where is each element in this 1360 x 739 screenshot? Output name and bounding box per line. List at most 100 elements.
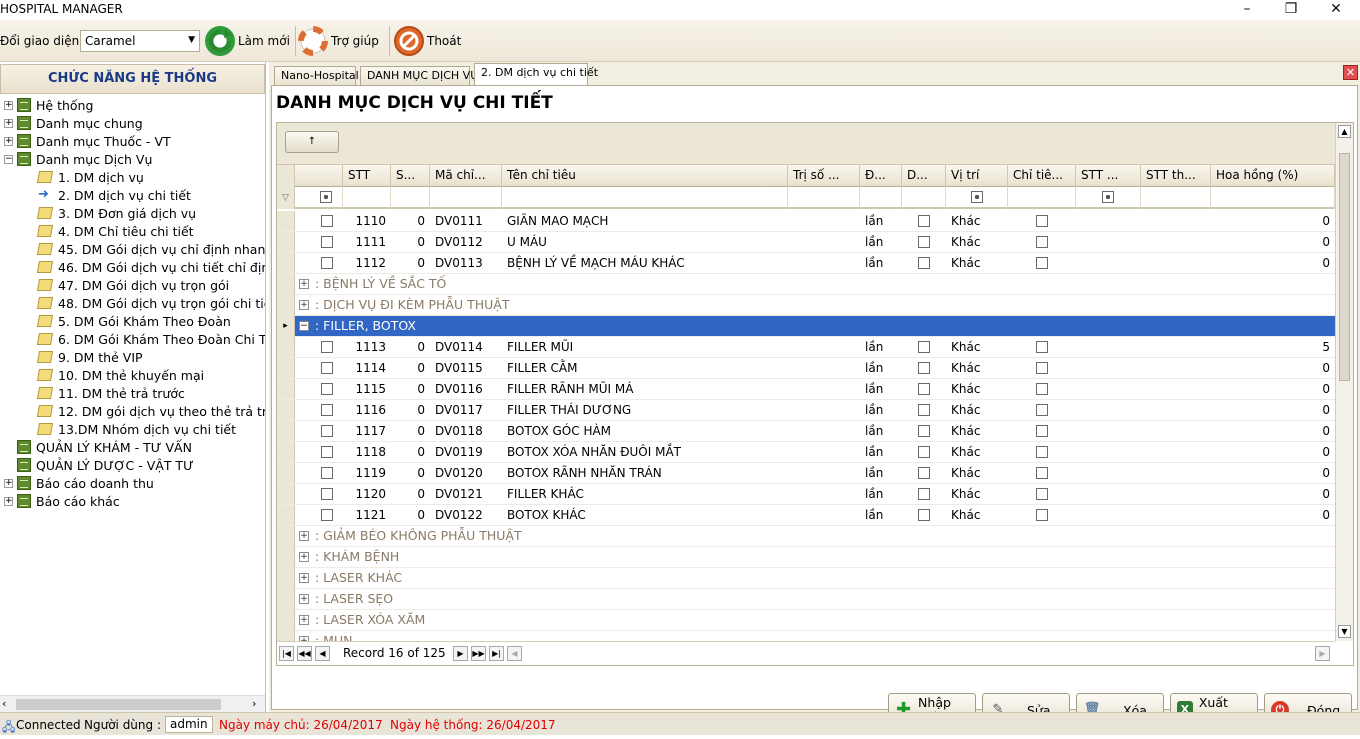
sidebar-item[interactable]: − Danh mục Dịch Vụ (4, 150, 152, 168)
table-row[interactable]: 1113 0 DV0114 FILLER MŨI lần Khác 5 (277, 337, 1335, 358)
collapse-icon[interactable]: − (4, 154, 13, 164)
row-checkbox[interactable] (918, 488, 930, 500)
table-row[interactable]: 1112 0 DV0113 BỆNH LÝ VỀ MẠCH MÁU KHÁC lần Kh… (277, 253, 1335, 274)
row-checkbox[interactable] (918, 404, 930, 416)
row-checkbox[interactable] (918, 215, 930, 227)
column-header-select[interactable] (295, 165, 343, 187)
table-row[interactable]: 1120 0 DV0121 FILLER KHÁC lần Khác 0 (277, 484, 1335, 505)
filter-cell[interactable] (946, 187, 1008, 209)
help-button[interactable]: Trợ giúp (298, 24, 379, 58)
grid-vertical-scrollbar[interactable]: ▲ ▼ (1335, 123, 1353, 641)
column-header[interactable]: STT (343, 165, 391, 187)
column-header[interactable]: Chỉ tiê... (1008, 165, 1076, 187)
sidebar-item[interactable]: QUẢN LÝ KHÁM - TƯ VẤN (4, 438, 192, 456)
next-record-button[interactable]: ▶ (453, 646, 468, 661)
expand-icon[interactable]: + (299, 573, 309, 583)
expand-icon[interactable]: + (299, 594, 309, 604)
filter-icon[interactable]: ▽ (277, 187, 295, 209)
row-checkbox[interactable] (321, 446, 333, 458)
column-header[interactable]: S... (391, 165, 430, 187)
row-checkbox[interactable] (1036, 425, 1048, 437)
function-tree[interactable]: + Hệ thống + Danh mục chung + Danh mục Thuốc … (0, 94, 265, 694)
filter-cell[interactable] (343, 187, 391, 209)
sidebar-item[interactable]: + Danh mục chung (4, 114, 143, 132)
row-checkbox[interactable] (1036, 341, 1048, 353)
row-checkbox[interactable] (1036, 257, 1048, 269)
row-checkbox[interactable] (1036, 236, 1048, 248)
tab-danh-muc-dich-vu[interactable]: DANH MỤC DỊCH VỤ (360, 66, 478, 86)
scroll-right-icon[interactable]: › (252, 697, 256, 710)
prev-record-button[interactable]: ◀ (315, 646, 330, 661)
filter-cell[interactable] (1008, 187, 1076, 209)
row-checkbox[interactable] (918, 446, 930, 458)
group-row[interactable]: +: LASER SẸO (295, 589, 1335, 610)
row-checkbox[interactable] (321, 488, 333, 500)
row-checkbox[interactable] (321, 362, 333, 374)
column-header[interactable]: Đ... (860, 165, 902, 187)
group-row[interactable]: +: MỤN (295, 631, 1335, 641)
row-selector[interactable] (277, 589, 295, 610)
row-checkbox[interactable] (321, 467, 333, 479)
row-checkbox[interactable] (1036, 446, 1048, 458)
filter-cell[interactable] (1076, 187, 1141, 209)
row-checkbox[interactable] (1036, 383, 1048, 395)
nav-scroll-right-icon[interactable]: ▶ (1315, 646, 1330, 661)
filter-cell[interactable] (788, 187, 860, 209)
sidebar-item[interactable]: + Báo cáo khác (4, 492, 120, 510)
expand-icon[interactable]: + (4, 478, 13, 488)
row-selector[interactable] (277, 631, 295, 641)
row-checkbox[interactable] (321, 383, 333, 395)
column-header[interactable]: Trị số ... (788, 165, 860, 187)
collapse-icon[interactable]: − (299, 321, 309, 331)
row-checkbox[interactable] (918, 236, 930, 248)
row-checkbox[interactable] (1036, 488, 1048, 500)
group-row[interactable]: +: GIẢM BÉO KHÔNG PHẪU THUẬT (295, 526, 1335, 547)
row-checkbox[interactable] (321, 425, 333, 437)
row-checkbox[interactable] (321, 236, 333, 248)
sidebar-item[interactable]: + Hệ thống (4, 96, 93, 114)
row-selector[interactable]: ▸ (277, 316, 295, 337)
group-row[interactable]: +: LASER KHÁC (295, 568, 1335, 589)
sidebar-item[interactable]: 45. DM Gói dịch vụ chỉ định nhanh (36, 240, 265, 258)
table-row[interactable]: 1121 0 DV0122 BOTOX KHÁC lần Khác 0 (277, 505, 1335, 526)
next-page-button[interactable]: ▶▶ (471, 646, 486, 661)
row-checkbox[interactable] (1036, 404, 1048, 416)
expand-icon[interactable]: + (4, 100, 13, 110)
table-row[interactable]: 1118 0 DV0119 BOTOX XÓA NHĂN ĐUÔI MẮT lần Khá… (277, 442, 1335, 463)
row-selector[interactable] (277, 295, 295, 316)
sidebar-item[interactable]: 12. DM gói dịch vụ theo thẻ trả trước (36, 402, 265, 420)
expand-icon[interactable]: + (299, 615, 309, 625)
column-header[interactable]: Mã chỉ... (430, 165, 502, 187)
tab-dm-dich-vu-chi-tiet[interactable]: 2. DM dịch vụ chi tiết (474, 63, 598, 86)
row-checkbox[interactable] (321, 341, 333, 353)
row-checkbox[interactable] (918, 341, 930, 353)
column-header[interactable]: D... (902, 165, 946, 187)
sidebar-item[interactable]: + Báo cáo doanh thu (4, 474, 154, 492)
column-header[interactable]: Hoa hồng (%) (1211, 165, 1335, 187)
row-checkbox[interactable] (321, 257, 333, 269)
expand-icon[interactable]: + (4, 118, 13, 128)
sidebar-item[interactable]: 4. DM Chỉ tiêu chi tiết (36, 222, 194, 240)
row-checkbox[interactable] (1036, 362, 1048, 374)
table-row[interactable]: 1116 0 DV0117 FILLER THÁI DƯƠNG lần Khác 0 (277, 400, 1335, 421)
close-tab-button[interactable]: ✕ (1343, 65, 1358, 80)
group-row[interactable]: +: BỆNH LÝ VỀ SẮC TỐ (295, 274, 1335, 295)
sidebar-item[interactable]: 9. DM thẻ VIP (36, 348, 143, 366)
scroll-down-icon[interactable]: ▼ (1338, 625, 1351, 638)
filter-checkbox[interactable] (1102, 191, 1114, 203)
row-selector[interactable] (277, 568, 295, 589)
row-checkbox[interactable] (918, 509, 930, 521)
row-selector[interactable] (277, 526, 295, 547)
row-checkbox[interactable] (321, 215, 333, 227)
table-row[interactable]: 1110 0 DV0111 GIÃN MAO MẠCH lần Khác 0 (277, 211, 1335, 232)
expand-icon[interactable]: + (4, 496, 13, 506)
expand-icon[interactable]: + (299, 300, 309, 310)
filter-cell[interactable] (502, 187, 788, 209)
sidebar-item[interactable]: 47. DM Gói dịch vụ trọn gói (36, 276, 229, 294)
scroll-up-icon[interactable]: ▲ (1338, 125, 1351, 138)
filter-cell[interactable] (860, 187, 902, 209)
expand-icon[interactable]: + (299, 531, 309, 541)
row-checkbox[interactable] (1036, 467, 1048, 479)
filter-checkbox[interactable] (971, 191, 983, 203)
prev-page-button[interactable]: ◀◀ (297, 646, 312, 661)
